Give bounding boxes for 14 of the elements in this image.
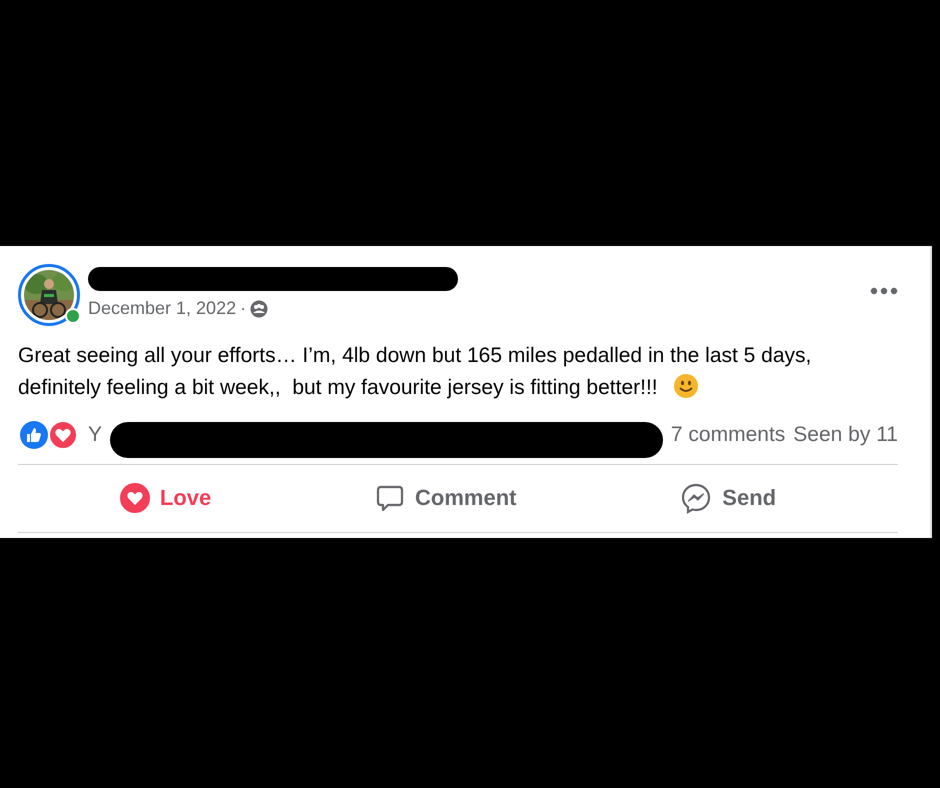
reactions-text[interactable]: Y bbox=[88, 419, 102, 451]
more-options-icon[interactable] bbox=[870, 286, 898, 296]
post-date[interactable]: December 1, 2022 bbox=[88, 295, 236, 322]
post-text: Great seeing all your efforts… I’m, 4lb down but 165 miles pedalled in the last 5 days, definitely feeling a bit week,, but my favourite jersey is fitting better!!! bbox=[18, 343, 812, 401]
smile-emoji-icon bbox=[673, 373, 700, 399]
seen-count[interactable]: Seen by 11 bbox=[793, 419, 898, 451]
friends-icon bbox=[250, 300, 268, 318]
send-button[interactable]: Send bbox=[668, 475, 788, 520]
comments-count[interactable]: 7 comments bbox=[670, 419, 786, 451]
comment-button[interactable]: Comment bbox=[363, 475, 528, 520]
messenger-icon bbox=[680, 482, 712, 514]
love-button[interactable]: Love bbox=[108, 475, 224, 520]
separator: · bbox=[240, 297, 246, 320]
avatar[interactable] bbox=[18, 264, 80, 326]
